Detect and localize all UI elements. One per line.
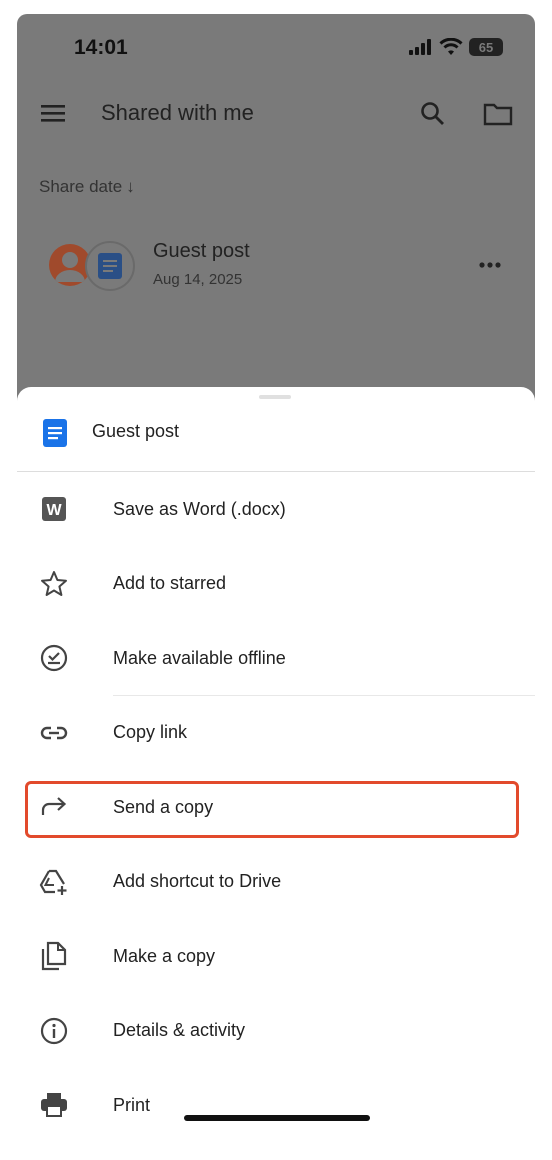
info-icon — [39, 1016, 69, 1046]
save-as-word-button[interactable]: W Save as Word (.docx) — [17, 472, 535, 547]
battery-icon: 65 — [469, 38, 503, 56]
status-time: 14:01 — [74, 36, 128, 59]
docs-file-icon — [85, 241, 135, 291]
menu-item-label: Make a copy — [113, 945, 216, 966]
sort-control[interactable]: Share date ↓ — [39, 177, 135, 197]
add-to-starred-button[interactable]: Add to starred — [17, 547, 535, 622]
print-icon — [39, 1090, 69, 1120]
docs-icon — [43, 419, 67, 447]
app-bar: Shared with me — [17, 90, 535, 140]
offline-icon — [39, 643, 69, 673]
menu-item-label: Add to starred — [113, 573, 227, 594]
home-indicator[interactable] — [184, 1115, 370, 1121]
link-icon — [39, 718, 69, 748]
menu-item-label: Add shortcut to Drive — [113, 871, 282, 892]
more-options-icon[interactable] — [479, 262, 501, 268]
svg-text:W: W — [46, 502, 62, 519]
drive-shortcut-icon — [39, 867, 69, 897]
copy-link-button[interactable]: Copy link — [17, 696, 535, 771]
copy-icon — [39, 941, 69, 971]
search-icon[interactable] — [419, 100, 447, 128]
highlight-box — [25, 781, 519, 838]
status-icons: 65 — [409, 38, 503, 56]
add-shortcut-button[interactable]: Add shortcut to Drive — [17, 845, 535, 920]
sort-label: Share date — [39, 177, 123, 196]
sheet-header: Guest post — [17, 407, 535, 472]
page-title: Shared with me — [101, 100, 254, 125]
signal-icon — [409, 39, 431, 55]
print-button[interactable]: Print — [17, 1068, 535, 1143]
folder-icon[interactable] — [483, 102, 513, 126]
details-activity-button[interactable]: Details & activity — [17, 994, 535, 1069]
word-icon: W — [39, 494, 69, 524]
menu-item-label: Print — [113, 1094, 151, 1115]
sheet-drag-handle[interactable] — [259, 395, 291, 399]
menu-item-label: Copy link — [113, 722, 188, 743]
star-icon — [39, 569, 69, 599]
sort-direction-icon: ↓ — [126, 177, 135, 196]
make-a-copy-button[interactable]: Make a copy — [17, 919, 535, 994]
docs-icon — [98, 253, 122, 279]
menu-item-label: Details & activity — [113, 1020, 246, 1041]
sheet-title: Guest post — [92, 421, 180, 441]
menu-item-label: Save as Word (.docx) — [113, 498, 286, 519]
hamburger-menu-icon[interactable] — [39, 102, 67, 124]
phone-screen: 14:01 65 Shared with me Share date ↓ Gue… — [17, 14, 535, 1160]
menu-item-label: Make available offline — [113, 647, 286, 668]
status-bar: 14:01 65 — [17, 14, 535, 74]
file-row[interactable]: Guest post Aug 14, 2025 — [17, 236, 535, 306]
wifi-icon — [439, 38, 463, 55]
bottom-sheet: Guest post W Save as Word (.docx) Add to… — [17, 387, 535, 1160]
file-date: Aug 14, 2025 — [153, 271, 243, 288]
file-name: Guest post — [153, 240, 250, 262]
make-offline-button[interactable]: Make available offline — [17, 621, 535, 696]
dimmed-background-app: 14:01 65 Shared with me Share date ↓ Gue… — [17, 14, 535, 414]
